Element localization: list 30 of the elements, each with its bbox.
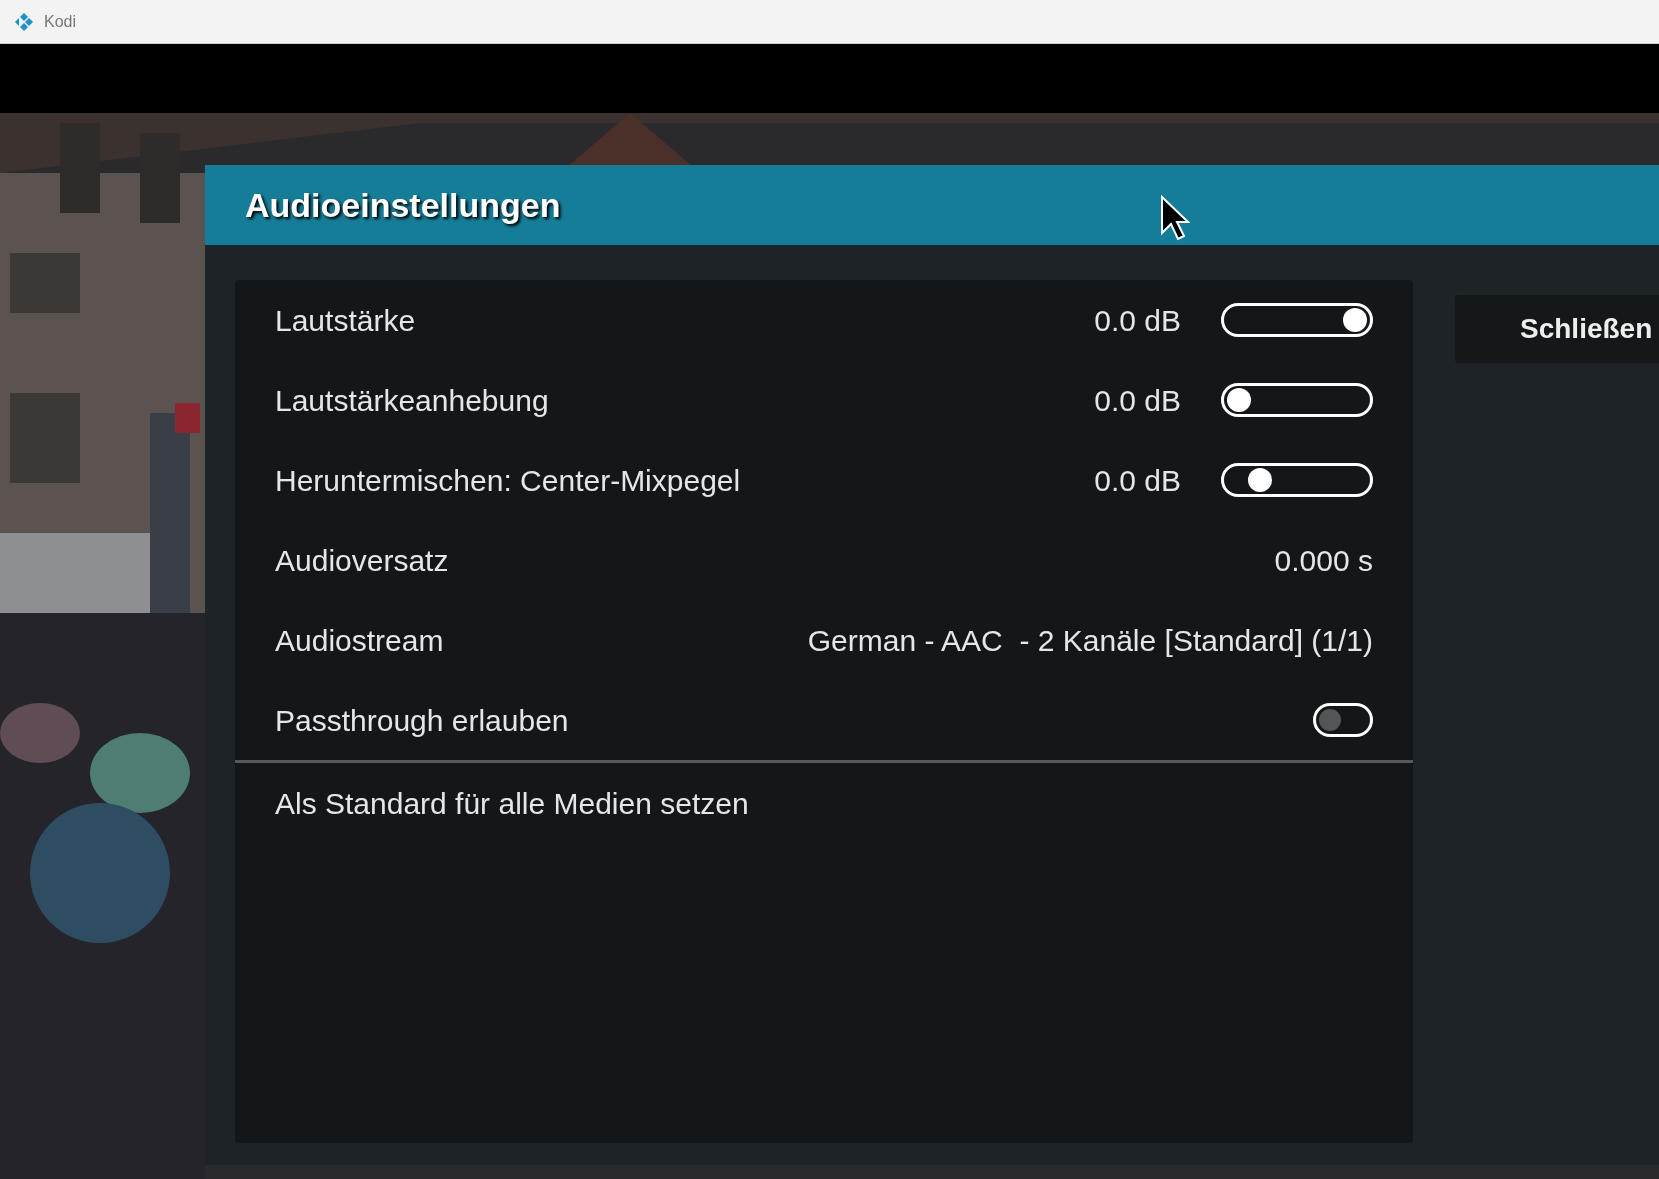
setting-value: 0.0 dB <box>1094 462 1181 499</box>
setting-value: German - AAC - 2 Kanäle [Standard] (1/1) <box>807 622 1373 659</box>
setting-label: Lautstärkeanhebung <box>275 382 549 419</box>
setting-label: Lautstärke <box>275 302 416 339</box>
setting-value: 0.0 dB <box>1094 382 1181 419</box>
setting-label: Heruntermischen: Center-Mixpegel <box>275 462 741 499</box>
setting-row[interactable]: Heruntermischen: Center-Mixpegel 0.0 dB <box>235 440 1413 520</box>
slider-thumb[interactable] <box>1247 468 1272 492</box>
action-item[interactable]: Als Standard für alle Medien setzen <box>235 763 1413 843</box>
setting-row[interactable]: Audiostream German - AAC - 2 Kanäle [Standard] (1/1) <box>235 600 1413 680</box>
setting-label: Passthrough erlauben <box>275 702 569 739</box>
slider[interactable] <box>1221 463 1373 497</box>
setting-row[interactable]: Lautstärke 0.0 dB <box>235 280 1413 360</box>
slider-thumb[interactable] <box>1343 308 1367 332</box>
setting-row[interactable]: Passthrough erlauben <box>235 680 1413 760</box>
setting-value: 0.000 s <box>1274 542 1373 579</box>
slider[interactable] <box>1221 383 1373 417</box>
setting-row[interactable]: Audioversatz 0.000 s <box>235 520 1413 600</box>
app-icon <box>14 11 34 32</box>
slider-thumb[interactable] <box>1227 388 1251 412</box>
mouse-cursor-icon <box>1160 195 1190 241</box>
toggle-switch[interactable] <box>1313 703 1373 737</box>
window-title: Kodi <box>44 11 77 32</box>
setting-row[interactable]: Lautstärkeanhebung 0.0 dB <box>235 360 1413 440</box>
setting-label: Audiostream <box>275 622 444 659</box>
dialog-title: Audioeinstellungen <box>245 184 561 226</box>
setting-label: Audioversatz <box>275 542 449 579</box>
close-button[interactable]: Schließen <box>1455 295 1659 363</box>
setting-value: 0.0 dB <box>1094 302 1181 339</box>
slider[interactable] <box>1221 303 1373 337</box>
